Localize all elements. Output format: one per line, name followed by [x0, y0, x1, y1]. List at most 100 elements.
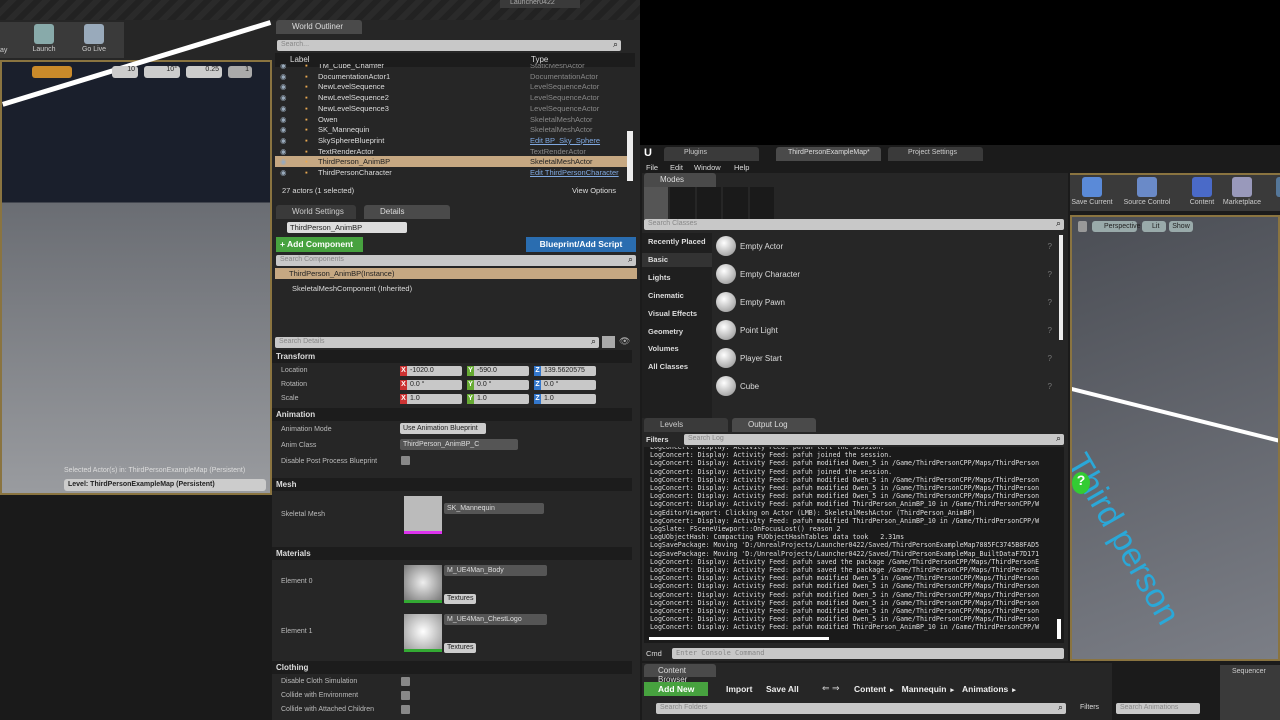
menu-item[interactable]: File — [646, 163, 658, 172]
log-filters-button[interactable]: Filters — [646, 435, 669, 444]
class-item[interactable]: Empty Actor? — [712, 233, 1062, 259]
search-log[interactable]: Search Log ⌕ — [684, 433, 1064, 445]
category-item[interactable]: Geometry — [648, 327, 683, 336]
visibility-eye-icon[interactable]: ◉ — [280, 114, 287, 125]
visibility-eye-icon[interactable]: ◉ — [280, 156, 287, 167]
location-x-field[interactable]: X -1020.0 — [400, 366, 462, 376]
visibility-eye-icon[interactable]: ◉ — [280, 81, 287, 92]
outliner-scrollbar[interactable] — [627, 131, 633, 181]
scale-label[interactable]: Scale — [281, 395, 299, 402]
outliner-row[interactable]: ◉ ▪ NewLevelSequence3 LevelSequenceActor — [275, 103, 627, 114]
class-item[interactable]: Point Light? — [712, 317, 1062, 343]
content-filters-button[interactable]: Filters — [1080, 704, 1099, 711]
material-1-thumbnail[interactable] — [404, 614, 442, 652]
console-input[interactable]: Enter Console Command — [672, 648, 1064, 659]
visibility-eye-icon[interactable]: ◉ — [280, 135, 287, 146]
view-options-button[interactable]: View Options — [572, 186, 616, 195]
tab-world-outliner[interactable]: World Outliner — [276, 20, 362, 34]
category-item[interactable]: Visual Effects — [648, 309, 697, 318]
menu-item[interactable]: Help — [734, 163, 749, 172]
go-live-button[interactable]: Go Live — [78, 24, 110, 53]
menu-item[interactable]: Window — [694, 163, 721, 172]
help-icon[interactable]: ? — [1048, 270, 1052, 279]
outliner-row[interactable]: ◉ ▪ SkySphereBlueprint Edit BP_Sky_Sphere — [275, 135, 627, 146]
search-components[interactable]: Search Components ⌕ — [276, 254, 636, 266]
component-instance[interactable]: ThirdPerson_AnimBP(Instance) — [275, 268, 637, 279]
search-details[interactable]: Search Details ⌕ — [275, 336, 599, 348]
rotation-label[interactable]: Rotation — [281, 381, 307, 388]
column-label[interactable]: Label — [290, 55, 310, 64]
scale-snap-value[interactable]: 0.25 — [186, 66, 222, 78]
textures-1-button[interactable]: Textures — [444, 643, 477, 653]
toolbar-button[interactable]: Content — [1180, 177, 1224, 206]
editor-tab[interactable]: ThirdPersonExampleMap* — [776, 147, 881, 161]
outliner-row[interactable]: ◉ ▪ SK_Mannequin SkeletalMeshActor — [275, 124, 627, 135]
section-mesh[interactable]: Mesh — [272, 478, 632, 491]
section-materials[interactable]: Materials — [272, 547, 632, 560]
rotation-y-field[interactable]: Y 0.0 ° — [467, 380, 529, 390]
place-mode-icon[interactable] — [644, 187, 669, 219]
disable-cloth-checkbox[interactable] — [401, 677, 410, 686]
add-new-button[interactable]: Add New — [644, 682, 708, 696]
breadcrumb-item[interactable]: Animations — [962, 684, 1008, 694]
tab-modes[interactable]: Modes — [644, 173, 716, 187]
import-button[interactable]: Import — [726, 684, 752, 694]
tab-details[interactable]: Details — [364, 205, 450, 219]
outliner-row[interactable]: ◉ ▪ DocumentationActor1 DocumentationActor — [275, 71, 627, 82]
landscape-mode-icon[interactable] — [696, 187, 722, 219]
cmd-dropdown[interactable]: Cmd — [646, 649, 662, 658]
outliner-row[interactable]: ◉ ▪ Owen SkeletalMeshActor — [275, 114, 627, 125]
scale-x-field[interactable]: X 1.0 — [400, 394, 462, 404]
property-matrix-button[interactable] — [602, 336, 615, 348]
rotation-x-field[interactable]: X 0.0 ° — [400, 380, 462, 390]
visibility-eye-icon[interactable]: ◉ — [280, 103, 287, 114]
play-button-label[interactable]: ay — [0, 47, 7, 54]
log-vscrollbar[interactable] — [1057, 619, 1061, 639]
search-folders[interactable]: Search Folders ⌕ — [656, 702, 1066, 714]
breadcrumb-arrow-icon[interactable]: ▸ — [1012, 687, 1016, 694]
search-classes[interactable]: Search Classes ⌕ — [644, 218, 1064, 230]
animation-mode-dropdown[interactable]: Use Animation Blueprint — [400, 423, 486, 434]
outliner-row[interactable]: ◉ ▪ ThirdPersonCharacter Edit ThirdPersonCh… — [275, 167, 627, 178]
menu-item[interactable]: Edit — [670, 163, 683, 172]
toolbar-button[interactable]: Save Current — [1070, 177, 1114, 206]
transform-mode-buttons[interactable] — [32, 66, 72, 78]
location-z-field[interactable]: Z 139.5620575 — [534, 366, 596, 376]
lit-button[interactable]: Lit — [1142, 221, 1166, 232]
category-item[interactable]: Lights — [648, 273, 671, 282]
column-type[interactable]: Type — [531, 55, 548, 64]
camera-speed[interactable]: 1 — [228, 66, 252, 78]
disable-post-process-checkbox[interactable] — [401, 456, 410, 465]
outliner-row[interactable]: ◉ ▪ NewLevelSequence LevelSequenceActor — [275, 81, 627, 92]
textures-0-button[interactable]: Textures — [444, 594, 477, 604]
section-transform[interactable]: Transform — [272, 350, 632, 363]
class-item[interactable]: Cube? — [712, 373, 1062, 399]
visibility-eye-icon[interactable]: ◉ — [280, 124, 287, 135]
visibility-eye-icon[interactable]: ◉ — [280, 146, 287, 157]
back-forward-icon[interactable]: ⇐ ⇒ — [822, 683, 840, 694]
launch-button[interactable]: Launch — [28, 24, 60, 53]
class-item[interactable]: Empty Pawn? — [712, 289, 1062, 315]
log-hscrollbar[interactable] — [649, 637, 829, 640]
visibility-eye-icon[interactable]: 👁 — [619, 336, 630, 347]
documentation-actor-icon[interactable]: ? — [1072, 472, 1090, 494]
grid-snap-value[interactable]: 10 — [112, 66, 138, 78]
help-icon[interactable]: ? — [1048, 298, 1052, 307]
collide-env-checkbox[interactable] — [401, 691, 410, 700]
show-button[interactable]: Show — [1169, 221, 1193, 232]
viewport-options-button[interactable] — [1078, 221, 1087, 232]
breadcrumb-arrow-icon[interactable]: ▸ — [890, 687, 894, 694]
material-0-dropdown[interactable]: M_UE4Man_Body — [444, 565, 547, 576]
breadcrumb-arrow-icon[interactable]: ▸ — [950, 687, 954, 694]
section-clothing[interactable]: Clothing — [272, 661, 632, 674]
scale-y-field[interactable]: Y 1.0 — [467, 394, 529, 404]
blueprint-add-script-button[interactable]: Blueprint/Add Script — [526, 237, 636, 252]
perspective-button[interactable]: Perspective — [1092, 221, 1141, 232]
category-item[interactable]: Recently Placed — [648, 237, 706, 246]
visibility-eye-icon[interactable]: ◉ — [280, 92, 287, 103]
anim-class-dropdown[interactable]: ThirdPerson_AnimBP_C — [400, 439, 518, 450]
visibility-eye-icon[interactable]: ◉ — [280, 167, 287, 178]
collide-children-checkbox[interactable] — [401, 705, 410, 714]
outliner-row[interactable]: ◉ ▪ ThirdPerson_AnimBP SkeletalMeshActor — [275, 156, 627, 168]
help-icon[interactable]: ? — [1048, 242, 1052, 251]
